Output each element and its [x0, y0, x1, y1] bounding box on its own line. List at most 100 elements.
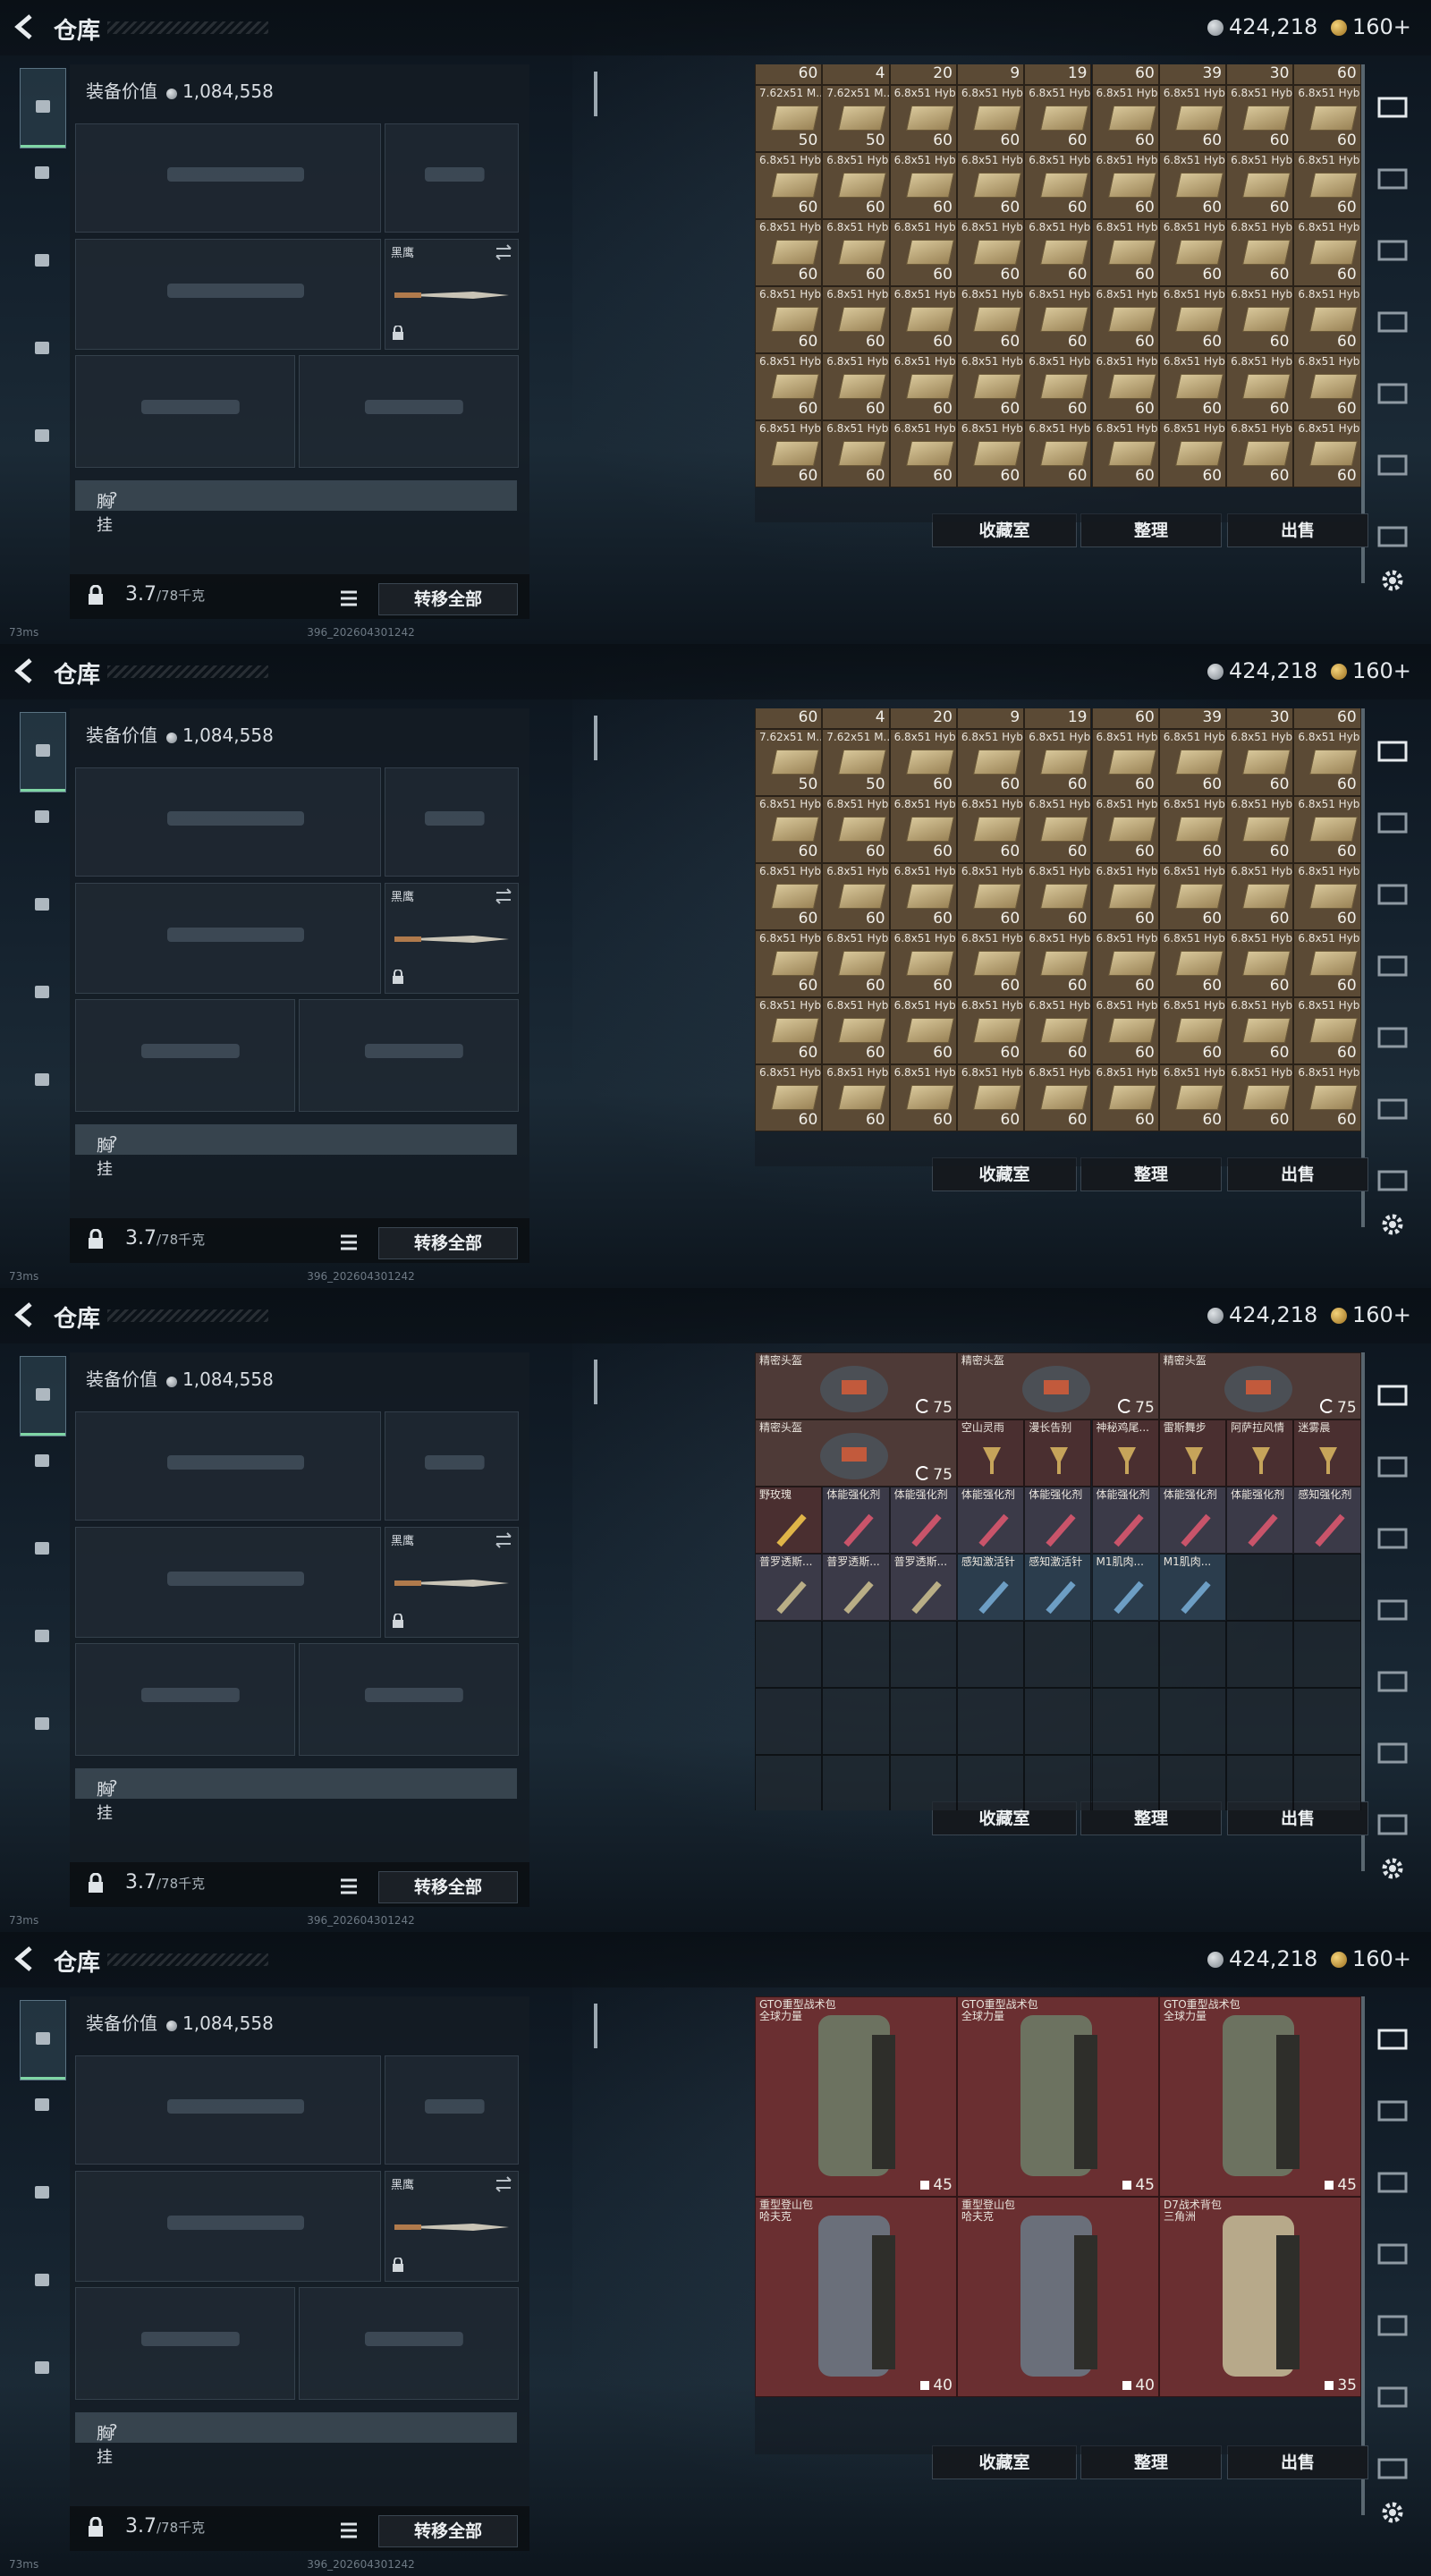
inventory-item[interactable]: 6.8x51 Hybrid 60	[1158, 1064, 1227, 1131]
armor-slot[interactable]	[299, 999, 519, 1112]
rail-tab-gun[interactable]	[20, 1356, 66, 1436]
list-icon[interactable]	[338, 1875, 361, 1898]
inventory-item[interactable]: 6.8x51 Hybrid 60	[1158, 219, 1227, 286]
inventory-item[interactable]: 7.62x51 M... 50	[755, 85, 823, 152]
empty-slot[interactable]	[1293, 1755, 1361, 1810]
inventory-item[interactable]: 6.8x51 Hybrid 60	[1226, 863, 1294, 930]
container-tab-7[interactable]	[1376, 519, 1411, 555]
rail-tab-helmet[interactable]	[20, 2084, 64, 2129]
inventory-item[interactable]: 6.8x51 Hybrid 60	[755, 420, 823, 487]
settings-gear-icon[interactable]	[1379, 2499, 1406, 2526]
inventory-item[interactable]: 60	[1293, 708, 1361, 729]
inventory-item[interactable]: 6.8x51 Hybrid 60	[1024, 1064, 1092, 1131]
empty-slot[interactable]	[1024, 1621, 1092, 1688]
container-tab-1[interactable]	[1376, 1377, 1411, 1413]
backpack-item[interactable]: 重型登山包 哈夫克 40	[957, 2197, 1159, 2397]
inventory-item[interactable]: 6.8x51 Hybrid 60	[1091, 930, 1159, 997]
inventory-item[interactable]: 6.8x51 Hybrid 60	[755, 1064, 823, 1131]
empty-slot[interactable]	[1226, 1554, 1294, 1621]
inventory-item[interactable]: 6.8x51 Hybrid 60	[822, 152, 890, 219]
gold-currency[interactable]: 160+	[1331, 658, 1411, 683]
container-tab-2[interactable]	[1376, 1449, 1411, 1485]
inventory-item[interactable]: 6.8x51 Hybrid 60	[1158, 863, 1227, 930]
secondary-weapon-slot[interactable]	[75, 2171, 381, 2282]
empty-slot[interactable]	[1158, 1688, 1227, 1755]
empty-slot[interactable]	[889, 1688, 957, 1755]
inventory-item[interactable]: 6.8x51 Hybrid 60	[1226, 152, 1294, 219]
back-arrow-icon[interactable]	[13, 13, 38, 41]
inventory-item[interactable]: 6.8x51 Hybrid 60	[755, 152, 823, 219]
container-tab-5[interactable]	[1376, 2308, 1411, 2343]
inventory-item[interactable]: 6.8x51 Hybrid 60	[1158, 796, 1227, 863]
inventory-item[interactable]: 6.8x51 Hybrid 60	[1024, 930, 1092, 997]
container-tab-6[interactable]	[1376, 2379, 1411, 2415]
inventory-item[interactable]: 6.8x51 Hybrid 60	[1226, 997, 1294, 1064]
container-tab-3[interactable]	[1376, 1521, 1411, 1556]
inventory-item[interactable]: 6.8x51 Hybrid 60	[822, 353, 890, 420]
pistol-slot[interactable]	[385, 767, 519, 877]
primary-weapon-slot[interactable]	[75, 767, 381, 877]
inventory-item[interactable]: 6.8x51 Hybrid 60	[1091, 353, 1159, 420]
pistol-slot[interactable]	[385, 1411, 519, 1521]
chest-rig-header[interactable]: 胸挂?	[75, 1124, 517, 1179]
empty-slot[interactable]	[1226, 1621, 1294, 1688]
container-tab-1[interactable]	[1376, 733, 1411, 769]
inventory-item[interactable]: 6.8x51 Hybrid 60	[1293, 219, 1361, 286]
inventory-item[interactable]: 6.8x51 Hybrid 60	[1226, 219, 1294, 286]
warehouse-scrollbar[interactable]	[1361, 1352, 1365, 1871]
inventory-item[interactable]: 6.8x51 Hybrid 60	[755, 353, 823, 420]
backpack-item[interactable]: GTO重型战术包 全球力量 45	[755, 1996, 957, 2197]
empty-slot[interactable]	[755, 1755, 823, 1810]
inventory-item[interactable]: 6.8x51 Hybrid 60	[1293, 796, 1361, 863]
container-tab-1[interactable]	[1376, 2021, 1411, 2057]
inventory-item[interactable]: 7.62x51 M... 50	[755, 729, 823, 796]
inventory-item[interactable]: 雷斯舞步	[1158, 1419, 1227, 1487]
warehouse-scrollbar[interactable]	[1361, 1996, 1365, 2515]
inventory-item[interactable]: 体能强化剂	[1226, 1487, 1294, 1554]
inventory-item[interactable]: 精密头盔 75	[956, 1352, 1159, 1419]
inventory-item[interactable]: 6.8x51 Hybrid 60	[1226, 930, 1294, 997]
inventory-item[interactable]: 6.8x51 Hybrid 60	[822, 997, 890, 1064]
inventory-item[interactable]: 19	[1024, 64, 1092, 85]
loadout-scrollbar[interactable]	[594, 716, 597, 760]
swap-icon[interactable]	[495, 243, 512, 265]
inventory-item[interactable]: 6.8x51 Hybrid 60	[1293, 286, 1361, 353]
inventory-item[interactable]: 9	[956, 708, 1025, 729]
inventory-item[interactable]: 6.8x51 Hybrid 60	[956, 219, 1025, 286]
rail-tab-clipboard[interactable]	[20, 1615, 64, 1660]
inventory-item[interactable]: 6.8x51 Hybrid 60	[1158, 420, 1227, 487]
helmet-slot[interactable]	[75, 355, 295, 468]
settings-gear-icon[interactable]	[1379, 1855, 1406, 1882]
inventory-item[interactable]: 6.8x51 Hybrid 60	[1293, 930, 1361, 997]
chest-rig-header[interactable]: 胸挂?	[75, 1768, 517, 1823]
rail-tab-clipboard[interactable]	[20, 327, 64, 372]
inventory-item[interactable]: 6.8x51 Hybrid 60	[889, 219, 957, 286]
inventory-item[interactable]: 6.8x51 Hybrid 60	[822, 1064, 890, 1131]
empty-slot[interactable]	[1091, 1688, 1159, 1755]
empty-slot[interactable]	[1226, 1688, 1294, 1755]
inventory-item[interactable]: 6.8x51 Hybrid 60	[1024, 353, 1092, 420]
chest-rig-header[interactable]: 胸挂?	[75, 2412, 517, 2467]
back-arrow-icon[interactable]	[13, 1301, 38, 1329]
container-tab-6[interactable]	[1376, 1091, 1411, 1127]
helmet-slot[interactable]	[75, 2287, 295, 2400]
inventory-item[interactable]: 体能强化剂	[889, 1487, 957, 1554]
inventory-item[interactable]: 6.8x51 Hybrid 60	[889, 420, 957, 487]
rail-tab-briefcase[interactable]	[20, 415, 64, 460]
inventory-item[interactable]: 体能强化剂	[1024, 1487, 1092, 1554]
secondary-weapon-slot[interactable]	[75, 239, 381, 350]
rail-tab-helmet[interactable]	[20, 796, 64, 841]
warehouse-scrollbar[interactable]	[1361, 708, 1365, 1227]
inventory-item[interactable]: 6.8x51 Hybrid 60	[956, 353, 1025, 420]
inventory-item[interactable]: 6.8x51 Hybrid 60	[1024, 997, 1092, 1064]
empty-slot[interactable]	[822, 1621, 890, 1688]
inventory-item[interactable]: 4	[822, 64, 890, 85]
inventory-item[interactable]: 6.8x51 Hybrid 60	[889, 997, 957, 1064]
inventory-item[interactable]: 6.8x51 Hybrid 60	[1158, 930, 1227, 997]
inventory-item[interactable]: 6.8x51 Hybrid 60	[889, 353, 957, 420]
inventory-item[interactable]: 20	[889, 64, 957, 85]
inventory-item[interactable]: 6.8x51 Hybrid 60	[1158, 353, 1227, 420]
inventory-item[interactable]: 6.8x51 Hybrid 60	[1091, 729, 1159, 796]
inventory-item[interactable]: 6.8x51 Hybrid 60	[1024, 152, 1092, 219]
container-tab-4[interactable]	[1376, 2236, 1411, 2272]
